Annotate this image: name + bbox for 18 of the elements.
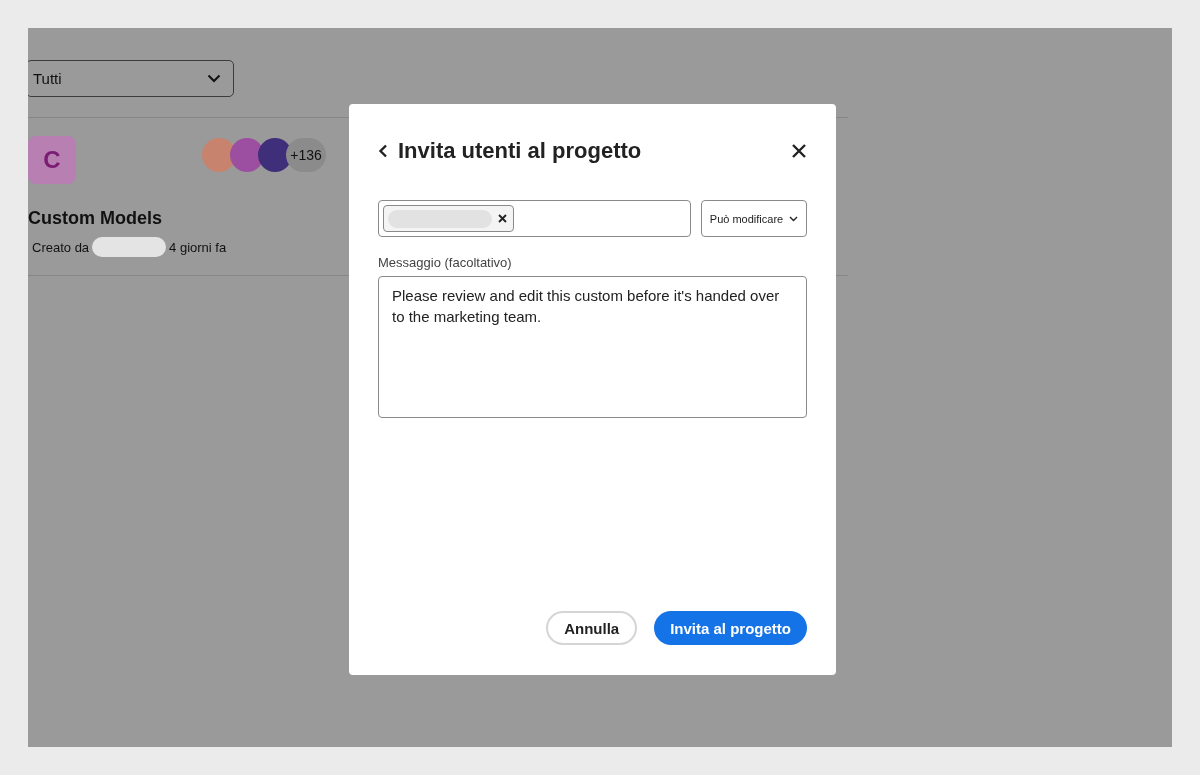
permission-dropdown[interactable]: Può modificare [701,200,807,237]
back-icon[interactable] [378,144,388,158]
remove-icon[interactable] [498,214,507,223]
invite-button[interactable]: Invita al progetto [654,611,807,645]
invitee-field[interactable] [378,200,691,237]
chevron-down-icon [789,215,799,222]
dialog-title: Invita utenti al progetto [398,138,643,164]
member-count-badge: +136 [286,138,326,172]
close-icon[interactable] [791,143,807,159]
created-by-label: Creato da [32,239,90,255]
project-age: 4 giorni fa [169,239,227,255]
message-label: Messaggio (facoltativo) [378,255,513,270]
chevron-down-icon [207,74,221,83]
cancel-button[interactable]: Annulla [546,611,638,645]
project-tile: C [28,136,76,184]
project-title: Custom Models [28,208,163,229]
filter-dropdown[interactable]: Tutti [28,60,234,97]
message-field[interactable]: Please review and edit this custom before it's handed over to the marketing team. [378,276,807,418]
